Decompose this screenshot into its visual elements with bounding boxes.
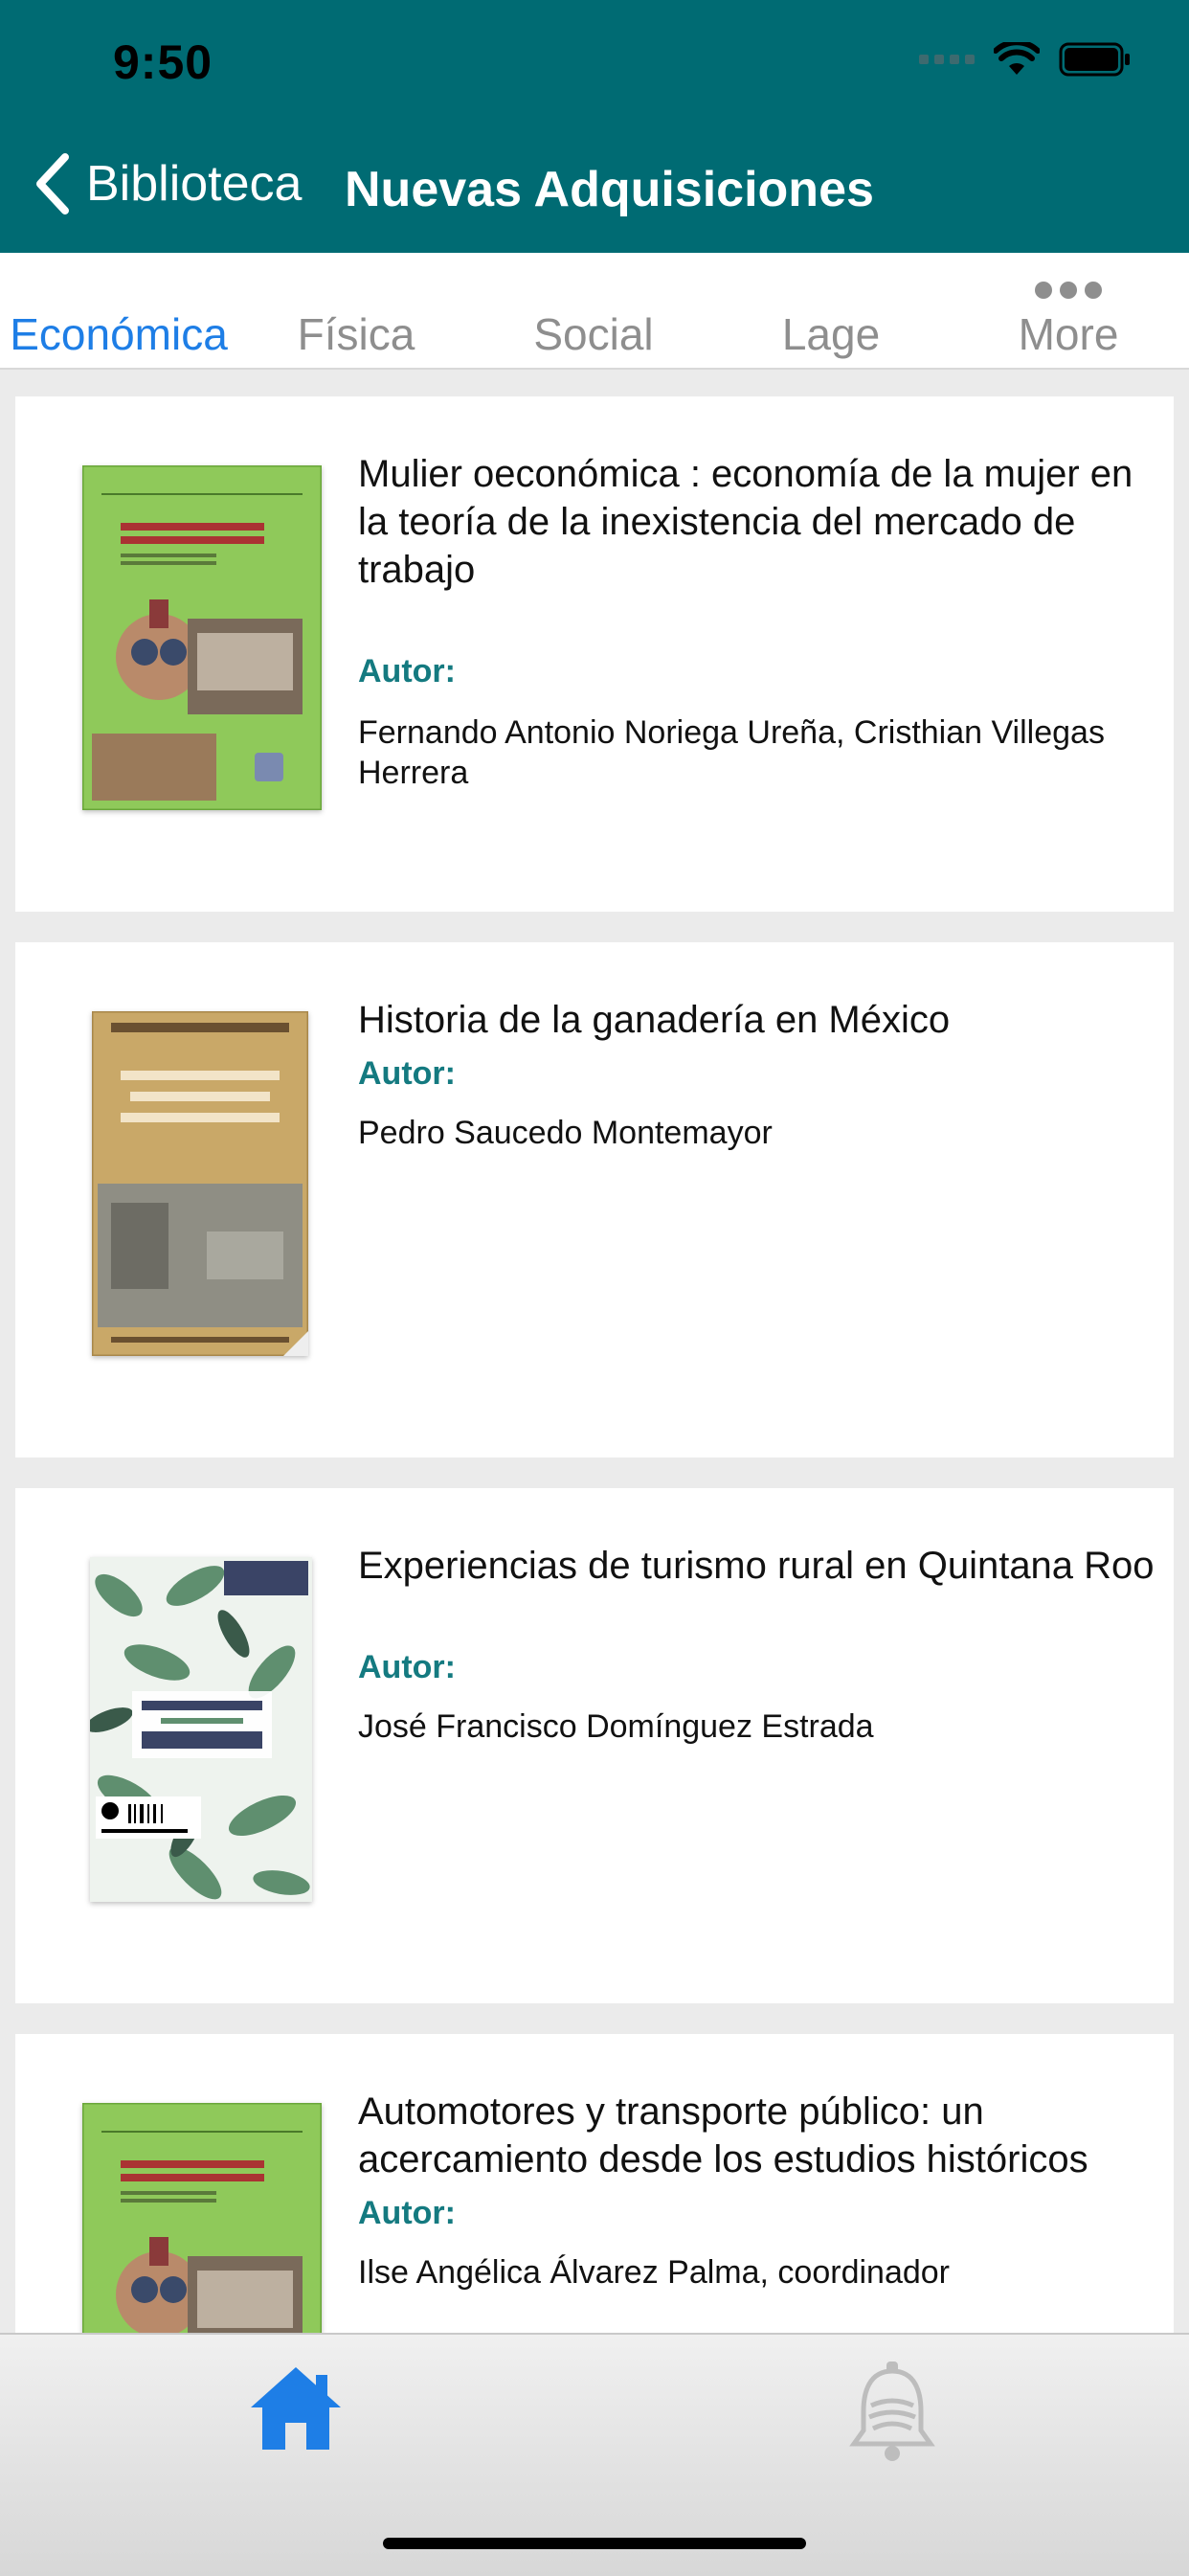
author-label: Autor: bbox=[358, 653, 456, 689]
author-label: Autor: bbox=[358, 2195, 456, 2231]
tab-lage[interactable]: Lage bbox=[712, 253, 950, 368]
book-title: Experiencias de turismo rural en Quintan… bbox=[358, 1545, 1155, 1587]
wifi-icon bbox=[994, 42, 1040, 75]
tab-more-label: More bbox=[1018, 309, 1119, 359]
chevron-left-icon bbox=[36, 153, 69, 215]
cellular-signal-icon bbox=[919, 55, 975, 64]
book-cover-image bbox=[82, 465, 322, 810]
book-card[interactable]: Historia de la ganadería en México Autor… bbox=[15, 942, 1174, 1457]
status-icons bbox=[919, 42, 1132, 77]
tab-home[interactable] bbox=[247, 2361, 345, 2459]
book-card[interactable]: Mulier oeconómica : economía de la mujer… bbox=[15, 396, 1174, 912]
book-title: Mulier oeconómica : economía de la mujer… bbox=[358, 453, 1133, 591]
book-cover-image bbox=[90, 1557, 312, 1902]
tab-economica[interactable]: Económica bbox=[0, 253, 237, 368]
book-cover-image bbox=[92, 1011, 308, 1356]
book-author: Pedro Saucedo Montemayor bbox=[358, 1115, 773, 1151]
back-button[interactable]: Biblioteca bbox=[34, 153, 302, 215]
navigation-header: 9:50 Biblioteca Nuevas Adquisiciones bbox=[0, 0, 1189, 253]
book-author: Ilse Angélica Álvarez Palma, coordinador bbox=[358, 2254, 950, 2291]
book-list[interactable]: Mulier oeconómica : economía de la mujer… bbox=[0, 368, 1189, 2333]
tab-more[interactable]: More bbox=[950, 253, 1187, 368]
book-cover-image bbox=[82, 2103, 322, 2333]
tab-fisica[interactable]: Física bbox=[237, 253, 475, 368]
more-dots-icon bbox=[1035, 282, 1102, 299]
back-button-label: Biblioteca bbox=[86, 156, 303, 212]
tab-notifications[interactable] bbox=[844, 2358, 940, 2463]
book-card[interactable]: Experiencias de turismo rural en Quintan… bbox=[15, 1488, 1174, 2003]
status-time: 9:50 bbox=[113, 35, 213, 89]
book-author: Fernando Antonio Noriega Ureña, Cristhia… bbox=[358, 714, 1105, 791]
book-card[interactable]: Automotores y transporte público: un ace… bbox=[15, 2034, 1174, 2333]
tab-social[interactable]: Social bbox=[475, 253, 712, 368]
category-tabs: Económica Física Social Lage More bbox=[0, 253, 1189, 370]
book-title: Historia de la ganadería en México bbox=[358, 999, 951, 1041]
author-label: Autor: bbox=[358, 1055, 456, 1092]
author-label: Autor: bbox=[358, 1649, 456, 1685]
home-icon bbox=[251, 2367, 341, 2450]
battery-icon bbox=[1059, 42, 1130, 77]
home-indicator[interactable] bbox=[383, 2538, 806, 2549]
book-author: José Francisco Domínguez Estrada bbox=[358, 1708, 874, 1745]
page-title: Nuevas Adquisiciones bbox=[345, 162, 874, 217]
book-title: Automotores y transporte público: un ace… bbox=[358, 2090, 1088, 2181]
bell-icon bbox=[849, 2361, 935, 2461]
